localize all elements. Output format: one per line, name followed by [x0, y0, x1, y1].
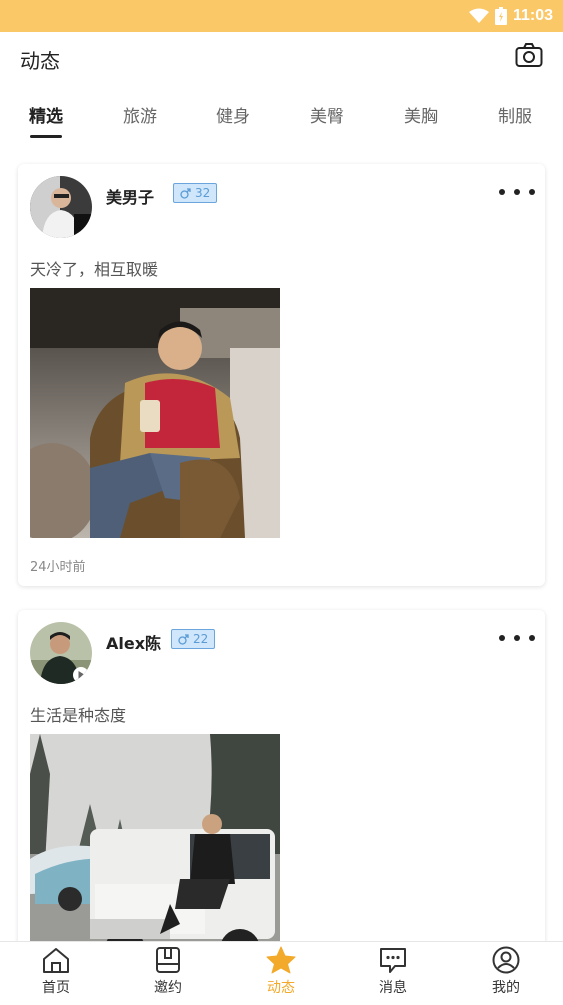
- tab-label: 健身: [216, 107, 250, 127]
- status-bar: 11:03: [0, 0, 563, 32]
- post-text: 生活是种态度: [30, 706, 127, 725]
- battery-icon: [494, 7, 507, 25]
- message-icon: [380, 948, 406, 973]
- title-bar: 动态: [0, 32, 563, 84]
- invite-icon: [156, 947, 180, 973]
- nav-invite[interactable]: 邀约: [128, 946, 208, 997]
- post-text: 天冷了，相互取暖: [30, 260, 159, 279]
- tab-label: 制服: [498, 107, 532, 127]
- bottom-nav: 首页 邀约 动态 消息 我的: [0, 941, 563, 1005]
- nav-label: 首页: [42, 980, 70, 996]
- tab-label: 美胸: [404, 107, 438, 127]
- tab-label: 旅游: [123, 107, 157, 127]
- post-card: Alex陈 22 生活是种态度: [18, 610, 545, 950]
- nav-profile[interactable]: 我的: [466, 946, 546, 997]
- gender-age-badge: 22: [171, 629, 216, 649]
- post-timestamp: 24小时前: [30, 560, 86, 575]
- post-username[interactable]: 美男子: [106, 184, 154, 208]
- post-card: 美男子 32 天冷了，相互取暖 24小时前: [18, 164, 545, 586]
- male-icon: [178, 633, 189, 645]
- tab-label: 美臀: [310, 107, 344, 127]
- status-time: 11:03: [512, 7, 553, 24]
- nav-label: 动态: [267, 980, 295, 996]
- more-options-icon[interactable]: [499, 182, 535, 202]
- nav-label: 消息: [379, 980, 407, 996]
- wifi-icon: [468, 8, 489, 23]
- age-value: 32: [195, 186, 211, 200]
- nav-label: 邀约: [154, 980, 182, 996]
- nav-moments[interactable]: 动态: [241, 946, 321, 997]
- tab-active-underline: [30, 135, 62, 138]
- camera-icon[interactable]: [515, 42, 543, 68]
- post-photo[interactable]: [30, 734, 280, 950]
- page-title: 动态: [20, 49, 60, 73]
- nav-messages[interactable]: 消息: [353, 946, 433, 997]
- status-icons: 11:03: [468, 4, 553, 28]
- post-photo[interactable]: [30, 288, 280, 538]
- star-icon: [266, 946, 296, 974]
- gender-age-badge: 32: [173, 183, 218, 203]
- tab-label: 精选: [29, 107, 63, 127]
- avatar[interactable]: [30, 176, 92, 238]
- tab-featured[interactable]: 精选: [16, 102, 76, 138]
- category-tabs: 精选 旅游 健身 美臀 美胸 制服: [0, 92, 563, 142]
- post-username[interactable]: Alex陈: [106, 630, 161, 654]
- home-icon: [43, 948, 69, 973]
- tab-chest[interactable]: 美胸: [391, 102, 451, 127]
- male-icon: [180, 187, 191, 199]
- tab-hips[interactable]: 美臀: [297, 102, 357, 127]
- tab-uniform[interactable]: 制服: [485, 102, 545, 127]
- tab-fitness[interactable]: 健身: [203, 102, 263, 127]
- nav-home[interactable]: 首页: [16, 946, 96, 997]
- more-options-icon[interactable]: [499, 628, 535, 648]
- tab-travel[interactable]: 旅游: [110, 102, 170, 127]
- avatar[interactable]: [30, 622, 92, 684]
- profile-icon: [492, 946, 520, 974]
- age-value: 22: [193, 632, 209, 646]
- nav-label: 我的: [492, 980, 520, 996]
